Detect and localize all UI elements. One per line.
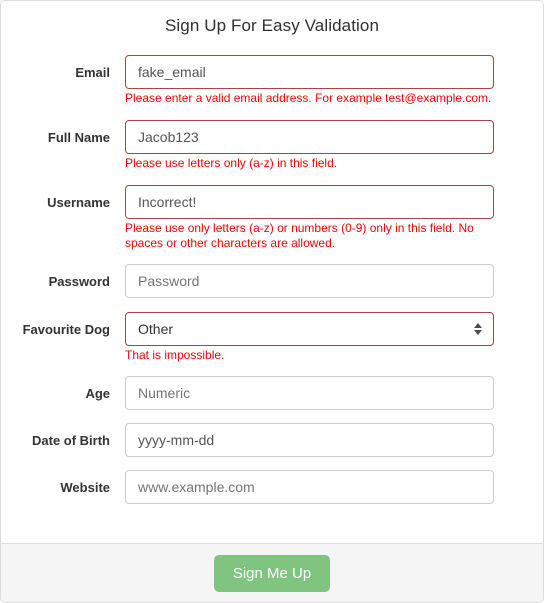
- input-email[interactable]: [125, 55, 494, 89]
- control-wrap-email: Please enter a valid email address. For …: [125, 55, 494, 106]
- control-wrap-password: [125, 264, 494, 298]
- label-fullname: Full Name: [47, 130, 110, 145]
- control-wrap-favourite_dog: Other That is impossible.: [125, 312, 494, 363]
- control-wrap-website: [125, 470, 494, 504]
- signup-form-body: Sign Up For Easy Validation Email Please …: [1, 1, 543, 504]
- form-group-fullname: Full Name Please use letters only (a-z) i…: [1, 106, 543, 171]
- panel-footer: Sign Me Up: [1, 543, 543, 602]
- label-username: Username: [47, 195, 110, 210]
- select-favourite_dog[interactable]: Other: [125, 312, 494, 346]
- label-password: Password: [48, 274, 110, 289]
- label-favourite_dog: Favourite Dog: [22, 322, 110, 337]
- control-wrap-age: [125, 376, 494, 410]
- form-group-email: Email Please enter a valid email address.…: [1, 37, 543, 106]
- form-row-favourite_dog: Favourite Dog Other That is impossible.: [1, 312, 543, 363]
- error-message-email: Please enter a valid email address. For …: [125, 91, 492, 105]
- form-group-website: Website: [1, 457, 543, 504]
- label-dob: Date of Birth: [32, 433, 110, 448]
- control-wrap-username: Please use only letters (a-z) or numbers…: [125, 185, 494, 251]
- form-group-favourite_dog: Favourite Dog Other That is impossible.: [1, 298, 543, 363]
- form-group-age: Age: [1, 363, 543, 410]
- form-group-username: Username Please use only letters (a-z) or…: [1, 171, 543, 251]
- form-row-website: Website: [1, 470, 543, 504]
- form-row-fullname: Full Name Please use letters only (a-z) i…: [1, 120, 543, 171]
- error-message-fullname: Please use letters only (a-z) in this fi…: [125, 156, 338, 170]
- control-wrap-dob: [125, 423, 494, 457]
- page-title: Sign Up For Easy Validation: [164, 16, 380, 35]
- form-row-password: Password: [1, 264, 543, 298]
- select-wrap-favourite_dog: Other: [125, 312, 494, 346]
- input-fullname[interactable]: [125, 120, 494, 154]
- label-website: Website: [60, 480, 110, 495]
- signup-form: Email Please enter a valid email address.…: [1, 37, 543, 504]
- control-wrap-fullname: Please use letters only (a-z) in this fi…: [125, 120, 494, 171]
- form-row-dob: Date of Birth: [1, 423, 543, 457]
- form-row-username: Username Please use only letters (a-z) or…: [1, 185, 543, 251]
- label-age: Age: [85, 386, 110, 401]
- form-group-password: Password: [1, 251, 543, 298]
- input-age[interactable]: [125, 376, 494, 410]
- error-message-username: Please use only letters (a-z) or numbers…: [125, 221, 474, 250]
- sign-me-up-button[interactable]: Sign Me Up: [213, 554, 331, 592]
- label-email: Email: [75, 65, 110, 80]
- form-group-dob: Date of Birth: [1, 410, 543, 457]
- input-username[interactable]: [125, 185, 494, 219]
- form-row-email: Email Please enter a valid email address.…: [1, 55, 543, 106]
- input-password[interactable]: [125, 264, 494, 298]
- form-row-age: Age: [1, 376, 543, 410]
- error-message-favourite_dog: That is impossible.: [125, 348, 225, 362]
- input-website[interactable]: [125, 470, 494, 504]
- input-dob[interactable]: [125, 423, 494, 457]
- signup-panel: Sign Up For Easy Validation Email Please …: [0, 0, 544, 603]
